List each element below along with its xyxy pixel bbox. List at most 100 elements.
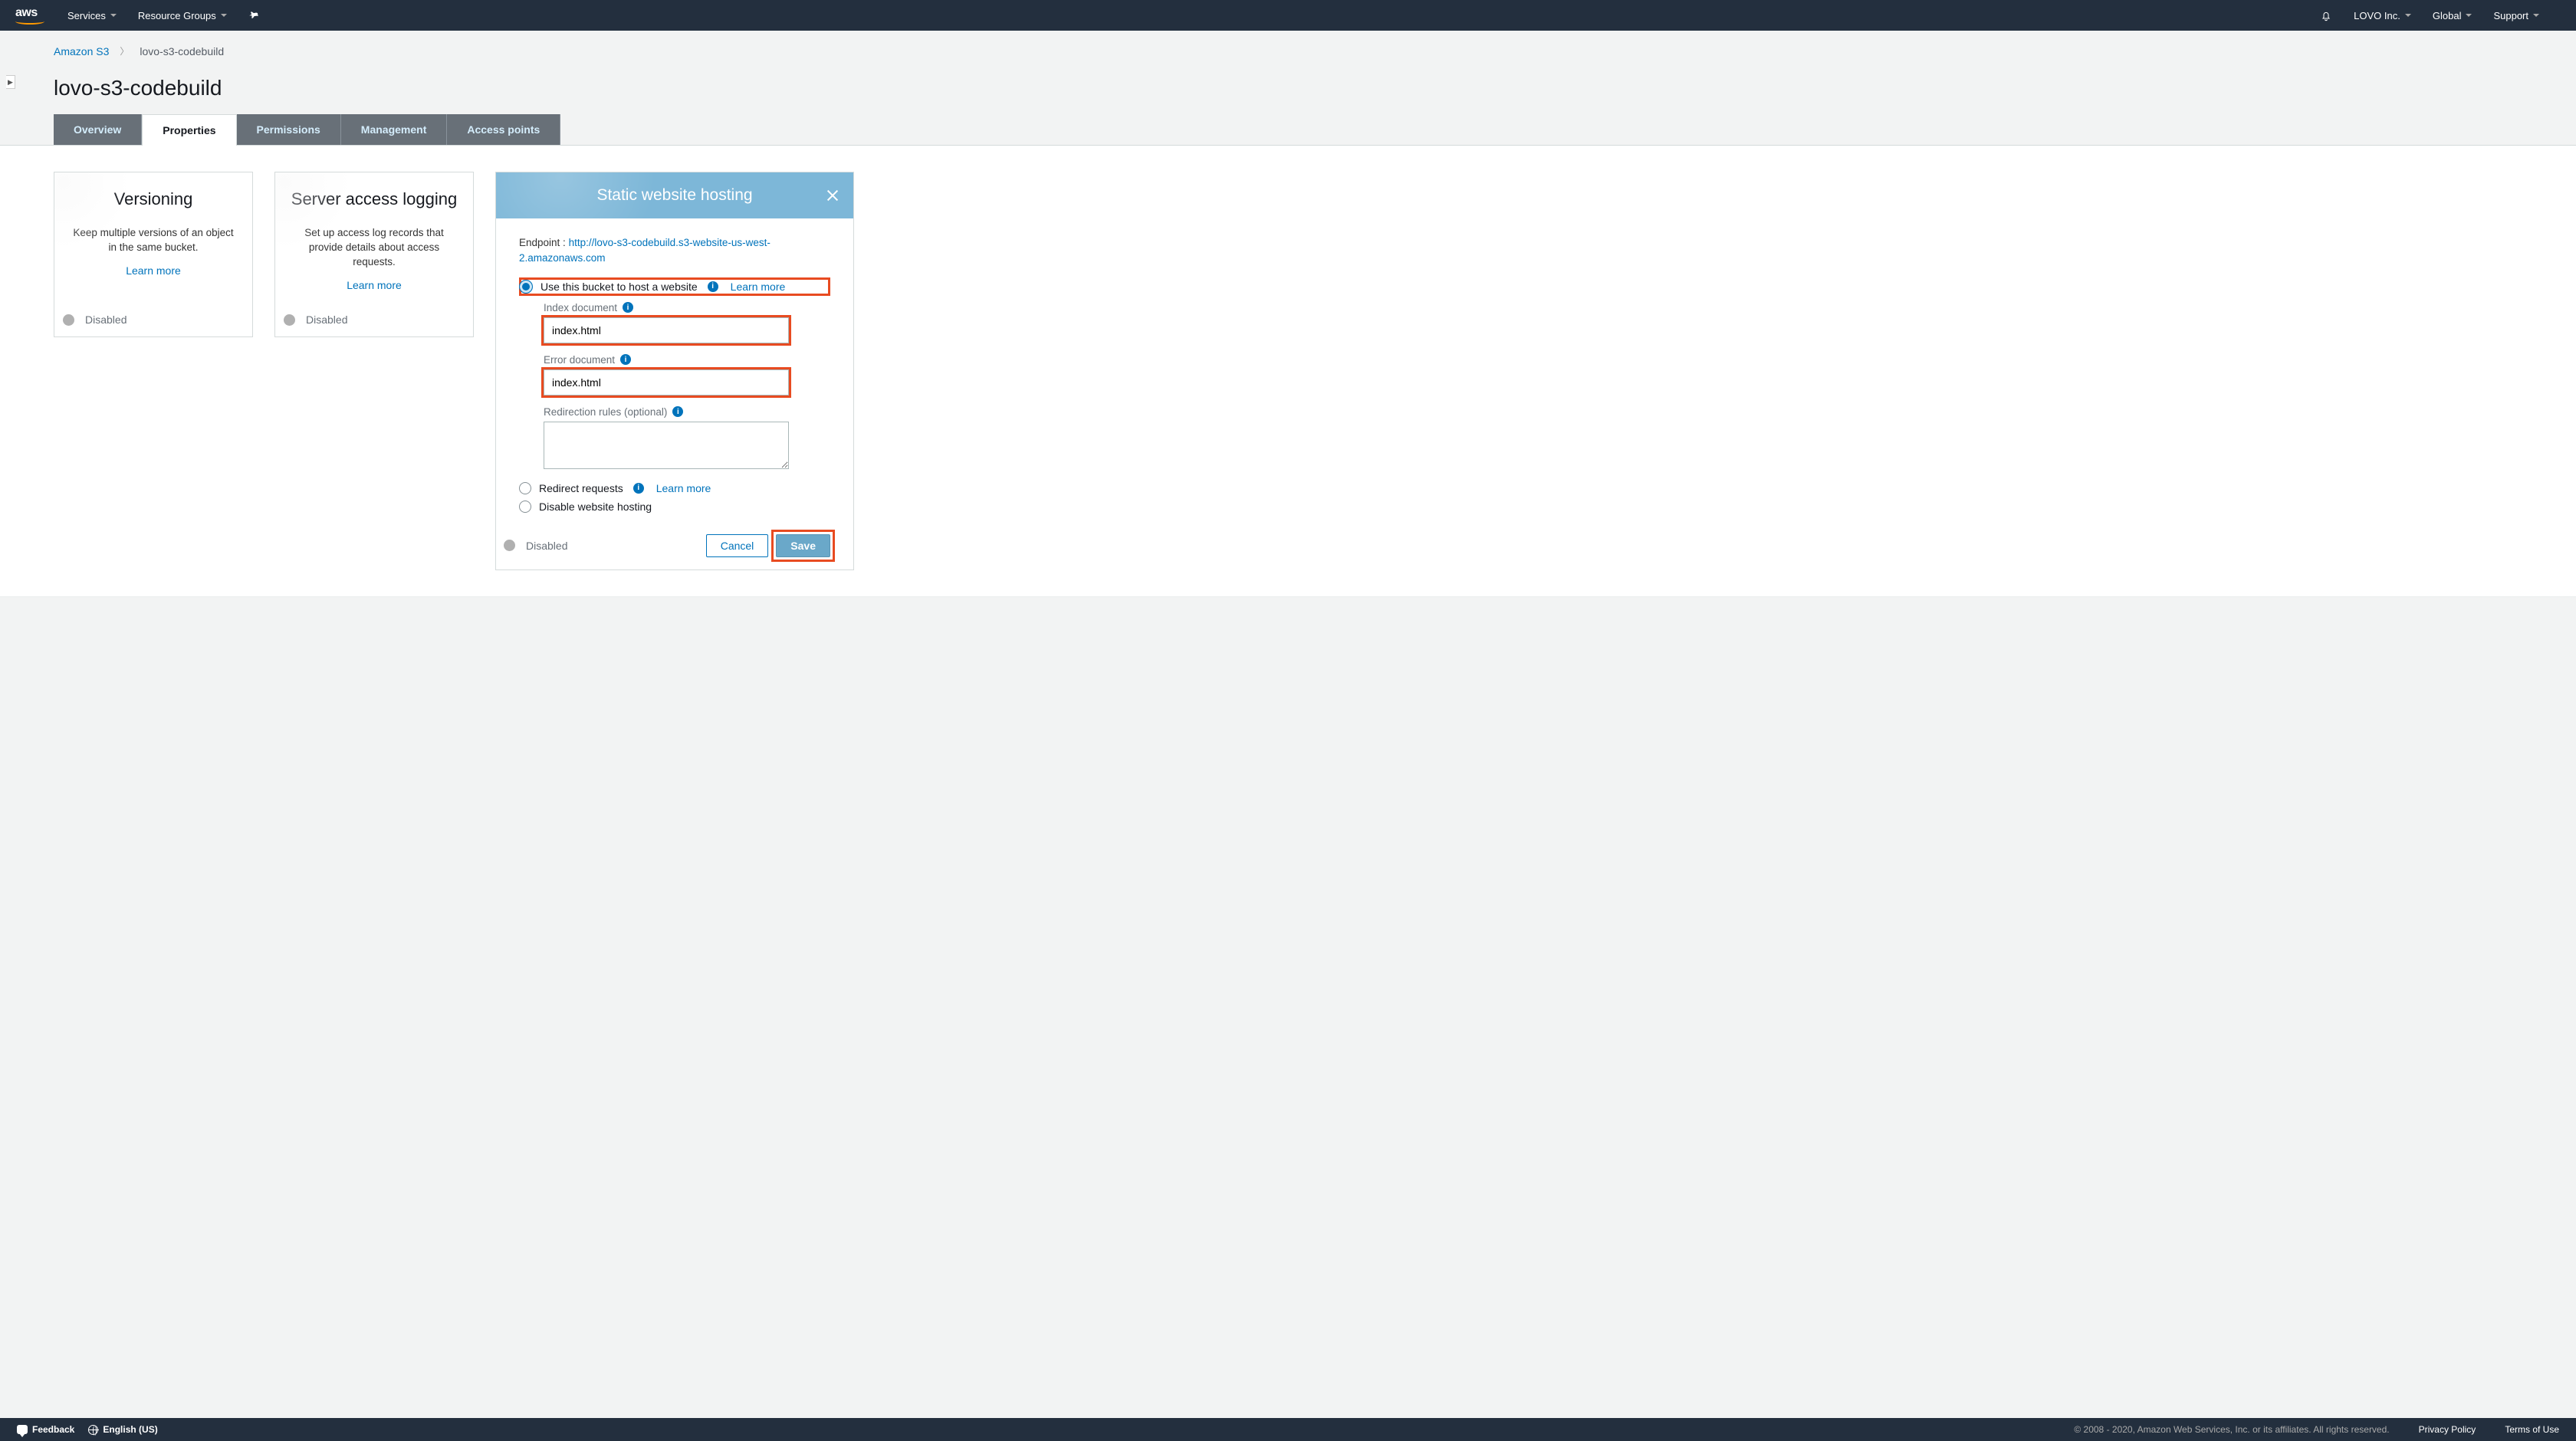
nav-resource-groups-label: Resource Groups	[138, 10, 216, 21]
card-versioning-learn-more[interactable]: Learn more	[126, 264, 181, 277]
breadcrumb-root[interactable]: Amazon S3	[54, 45, 109, 57]
top-navbar: aws Services Resource Groups LOVO Inc. G…	[0, 0, 2576, 31]
privacy-policy-link[interactable]: Privacy Policy	[2419, 1424, 2476, 1435]
page-title: lovo-s3-codebuild	[54, 76, 2561, 100]
radio-redirect-learn-more[interactable]: Learn more	[656, 482, 711, 494]
nav-services-label: Services	[67, 10, 106, 21]
radio-selected-icon	[519, 280, 533, 294]
error-document-block: Error document i	[544, 354, 830, 396]
info-icon[interactable]: i	[633, 483, 644, 494]
status-text: Disabled	[306, 313, 347, 326]
card-logging-learn-more[interactable]: Learn more	[347, 279, 402, 291]
card-logging[interactable]: Server access logging Set up access log …	[274, 172, 474, 337]
info-icon[interactable]: i	[708, 281, 718, 292]
status-dot-icon	[504, 540, 515, 551]
radio-unselected-icon	[519, 501, 531, 513]
tab-overview[interactable]: Overview	[54, 114, 142, 145]
error-document-label: Error document i	[544, 354, 830, 366]
language-label: English (US)	[103, 1424, 157, 1435]
feedback-link[interactable]: Feedback	[17, 1424, 74, 1435]
index-document-label: Index document i	[544, 302, 830, 313]
hosting-body: Endpoint : http://lovo-s3-codebuild.s3-w…	[496, 218, 853, 570]
radio-host-website[interactable]: Use this bucket to host a website i Lear…	[519, 277, 830, 296]
chevron-down-icon	[221, 14, 227, 17]
nav-account-label: LOVO Inc.	[2354, 10, 2400, 21]
tab-access-points[interactable]: Access points	[447, 114, 560, 145]
globe-icon	[88, 1425, 98, 1435]
index-document-block: Index document i	[544, 302, 830, 343]
save-button[interactable]: Save	[776, 534, 830, 557]
card-static-website-hosting: Static website hosting Endpoint : http:/…	[495, 172, 854, 570]
status-dot-icon	[284, 314, 295, 326]
card-logging-desc: Set up access log records that provide d…	[291, 226, 458, 270]
nav-support[interactable]: Support	[2493, 10, 2539, 21]
card-bg-decoration	[54, 172, 146, 272]
redirection-rules-textarea[interactable]	[544, 422, 789, 469]
index-document-input[interactable]	[544, 317, 789, 343]
status-text: Disabled	[85, 313, 127, 326]
breadcrumb-separator-icon: 〉	[120, 44, 129, 57]
card-versioning[interactable]: Versioning Keep multiple versions of an …	[54, 172, 253, 337]
cancel-button[interactable]: Cancel	[706, 534, 769, 557]
radio-host-website-label: Use this bucket to host a website	[540, 281, 698, 293]
info-icon[interactable]: i	[620, 354, 631, 365]
card-logging-status: Disabled	[284, 313, 347, 326]
pin-icon[interactable]	[248, 10, 259, 21]
nav-account[interactable]: LOVO Inc.	[2354, 10, 2411, 21]
card-versioning-title: Versioning	[70, 189, 237, 209]
chevron-down-icon	[2533, 14, 2539, 17]
index-document-label-text: Index document	[544, 302, 617, 313]
tab-properties[interactable]: Properties	[142, 114, 236, 146]
copyright-text: © 2008 - 2020, Amazon Web Services, Inc.…	[2074, 1424, 2389, 1435]
radio-redirect-requests[interactable]: Redirect requests i Learn more	[519, 482, 830, 494]
tab-permissions[interactable]: Permissions	[237, 114, 341, 145]
info-icon[interactable]: i	[623, 302, 633, 313]
error-document-input[interactable]	[544, 369, 789, 396]
redirection-rules-block: Redirection rules (optional) i	[544, 406, 830, 471]
language-selector[interactable]: English (US)	[88, 1424, 157, 1435]
nav-region-label: Global	[2433, 10, 2462, 21]
side-panel-toggle[interactable]: ▶	[6, 75, 15, 89]
status-dot-icon	[63, 314, 74, 326]
aws-logo-text: aws	[15, 6, 38, 19]
hosting-title: Static website hosting	[596, 186, 752, 205]
endpoint-label: Endpoint :	[519, 237, 566, 248]
card-versioning-desc: Keep multiple versions of an object in t…	[70, 226, 237, 255]
nav-support-label: Support	[2493, 10, 2528, 21]
nav-region[interactable]: Global	[2433, 10, 2472, 21]
tab-management[interactable]: Management	[341, 114, 448, 145]
chevron-down-icon	[2405, 14, 2411, 17]
save-button-highlight: Save	[776, 534, 830, 557]
error-document-label-text: Error document	[544, 354, 615, 366]
radio-redirect-label: Redirect requests	[539, 482, 623, 494]
radio-disable-hosting[interactable]: Disable website hosting	[519, 501, 830, 513]
hosting-header: Static website hosting	[496, 172, 853, 218]
info-icon[interactable]: i	[672, 406, 683, 417]
redirection-rules-label-text: Redirection rules (optional)	[544, 406, 667, 418]
breadcrumb-current: lovo-s3-codebuild	[140, 45, 224, 57]
page-title-wrap: lovo-s3-codebuild	[0, 65, 2576, 114]
bottom-bar: Feedback English (US) © 2008 - 2020, Ama…	[0, 1418, 2576, 1441]
aws-logo[interactable]: aws	[15, 6, 44, 25]
chevron-down-icon	[2466, 14, 2472, 17]
radio-unselected-icon	[519, 482, 531, 494]
hosting-footer: Disabled Cancel Save	[519, 534, 830, 557]
redirection-rules-label: Redirection rules (optional) i	[544, 406, 830, 418]
chat-bubble-icon	[17, 1425, 28, 1434]
feedback-label: Feedback	[32, 1424, 74, 1435]
terms-of-use-link[interactable]: Terms of Use	[2505, 1424, 2559, 1435]
notifications-bell-icon[interactable]	[2320, 9, 2332, 21]
radio-disable-label: Disable website hosting	[539, 501, 652, 513]
card-logging-title: Server access logging	[291, 189, 458, 209]
tabs: Overview Properties Permissions Manageme…	[0, 114, 2576, 146]
close-icon[interactable]	[826, 189, 840, 202]
chevron-down-icon	[110, 14, 117, 17]
nav-resource-groups[interactable]: Resource Groups	[138, 10, 227, 21]
card-versioning-status: Disabled	[63, 313, 127, 326]
hosting-status-text: Disabled	[526, 540, 706, 552]
nav-services[interactable]: Services	[67, 10, 117, 21]
aws-swoosh-icon	[15, 18, 44, 25]
breadcrumb: Amazon S3 〉 lovo-s3-codebuild	[0, 31, 2576, 65]
radio-host-learn-more[interactable]: Learn more	[731, 281, 786, 293]
endpoint-row: Endpoint : http://lovo-s3-codebuild.s3-w…	[519, 235, 830, 267]
